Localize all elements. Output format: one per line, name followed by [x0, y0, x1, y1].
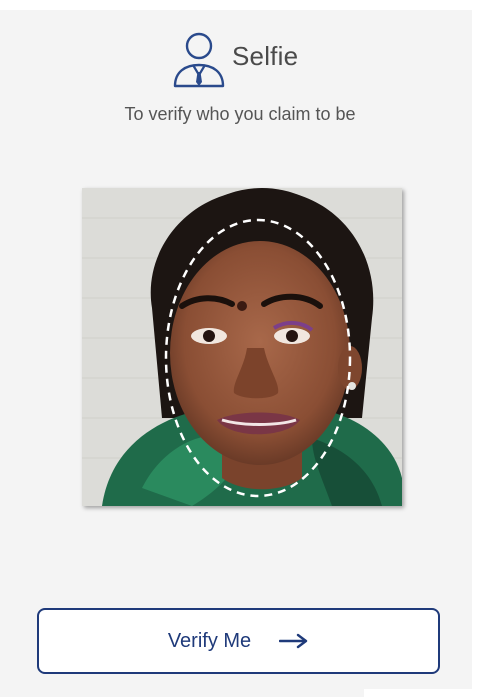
selfie-photo — [82, 188, 402, 506]
header: Selfie — [0, 22, 472, 92]
page-title: Selfie — [232, 41, 299, 71]
verify-me-button[interactable]: Verify Me — [37, 608, 440, 674]
page-subtitle: To verify who you claim to be — [124, 104, 356, 124]
page-edge-bottom — [364, 689, 482, 697]
selfie-screen: Selfie To verify who you claim to be Ver… — [0, 10, 472, 697]
arrow-right-icon — [278, 633, 309, 649]
verify-me-label: Verify Me — [167, 629, 252, 652]
user-icon — [171, 32, 227, 88]
page-edge-right — [472, 0, 482, 697]
